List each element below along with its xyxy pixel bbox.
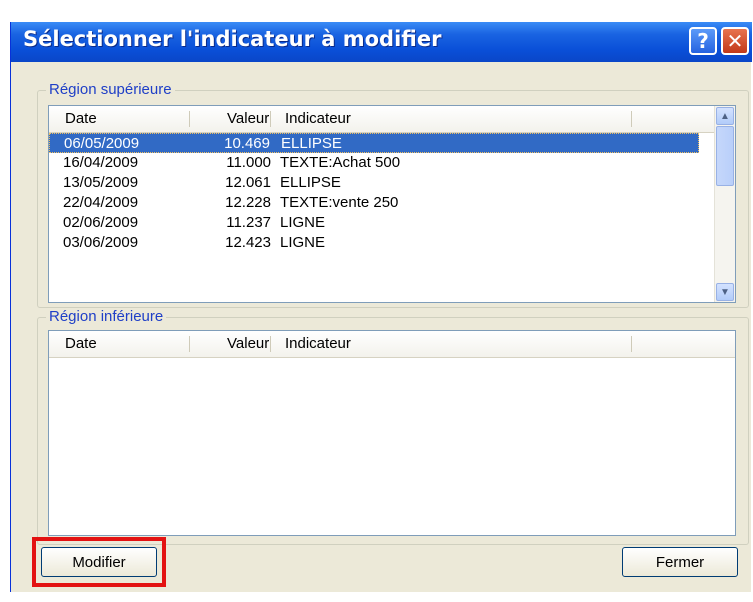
modify-button[interactable]: Modifier xyxy=(41,547,157,577)
row-indicator: LIGNE xyxy=(280,214,326,231)
list-header: Date Valeur Indicateur xyxy=(49,106,735,133)
close-window-button[interactable]: ✕ xyxy=(721,27,749,55)
column-header-date[interactable]: Date xyxy=(65,335,97,352)
row-value: 12.228 xyxy=(225,194,271,211)
column-separator[interactable] xyxy=(631,111,632,127)
row-date: 16/04/2009 xyxy=(63,154,139,171)
row-date: 06/05/2009 xyxy=(64,135,140,152)
column-header-indicator[interactable]: Indicateur xyxy=(285,110,351,127)
chevron-up-icon[interactable]: ▲ xyxy=(716,107,734,125)
lower-indicator-list[interactable]: Date Valeur Indicateur xyxy=(48,330,736,536)
row-date: 02/06/2009 xyxy=(63,214,139,231)
lower-region-label: Région inférieure xyxy=(46,308,167,325)
upper-rows: 06/05/2009 10.469 ELLIPSE 16/04/2009 11.… xyxy=(49,133,699,253)
column-separator[interactable] xyxy=(631,336,632,352)
row-value: 12.061 xyxy=(225,174,271,191)
row-value: 10.469 xyxy=(224,135,270,152)
chevron-down-icon[interactable]: ▼ xyxy=(716,283,734,301)
close-button[interactable]: Fermer xyxy=(622,547,738,577)
column-header-date[interactable]: Date xyxy=(65,110,97,127)
vertical-scrollbar[interactable]: ▲ ▼ xyxy=(714,106,735,302)
column-header-value[interactable]: Valeur xyxy=(227,110,269,127)
column-separator[interactable] xyxy=(189,111,190,127)
row-value: 11.000 xyxy=(226,154,271,171)
row-indicator: TEXTE:vente 250 xyxy=(280,194,399,211)
upper-region-group: Région supérieure Date Valeur Indicateur… xyxy=(37,81,749,308)
column-separator[interactable] xyxy=(270,336,271,352)
help-button[interactable]: ? xyxy=(689,27,717,55)
table-row[interactable]: 13/05/2009 12.061 ELLIPSE xyxy=(49,173,699,193)
row-value: 12.423 xyxy=(225,234,271,251)
table-row[interactable]: 06/05/2009 10.469 ELLIPSE xyxy=(49,133,699,153)
column-separator[interactable] xyxy=(270,111,271,127)
table-row[interactable]: 16/04/2009 11.000 TEXTE:Achat 500 xyxy=(49,153,699,173)
list-header: Date Valeur Indicateur xyxy=(49,331,735,358)
upper-indicator-list[interactable]: Date Valeur Indicateur 06/05/2009 10.469… xyxy=(48,105,736,303)
row-value: 11.237 xyxy=(226,214,271,231)
column-separator[interactable] xyxy=(189,336,190,352)
row-indicator: ELLIPSE xyxy=(280,174,341,191)
table-row[interactable]: 02/06/2009 11.237 LIGNE xyxy=(49,213,699,233)
row-date: 22/04/2009 xyxy=(63,194,139,211)
scrollbar-thumb[interactable] xyxy=(716,126,734,186)
lower-region-group: Région inférieure Date Valeur Indicateur xyxy=(37,308,749,545)
row-date: 13/05/2009 xyxy=(63,174,139,191)
table-row[interactable]: 03/06/2009 12.423 LIGNE xyxy=(49,233,699,253)
row-date: 03/06/2009 xyxy=(63,234,139,251)
column-header-value[interactable]: Valeur xyxy=(227,335,269,352)
row-indicator: TEXTE:Achat 500 xyxy=(280,154,401,171)
upper-region-label: Région supérieure xyxy=(46,81,175,98)
table-row[interactable]: 22/04/2009 12.228 TEXTE:vente 250 xyxy=(49,193,699,213)
title-bar[interactable]: Sélectionner l'indicateur à modifier ? ✕ xyxy=(11,22,752,62)
column-header-indicator[interactable]: Indicateur xyxy=(285,335,351,352)
row-indicator: ELLIPSE xyxy=(281,135,342,152)
row-indicator: LIGNE xyxy=(280,234,326,251)
dialog-window: Sélectionner l'indicateur à modifier ? ✕… xyxy=(10,22,752,592)
window-title: Sélectionner l'indicateur à modifier xyxy=(23,27,442,51)
